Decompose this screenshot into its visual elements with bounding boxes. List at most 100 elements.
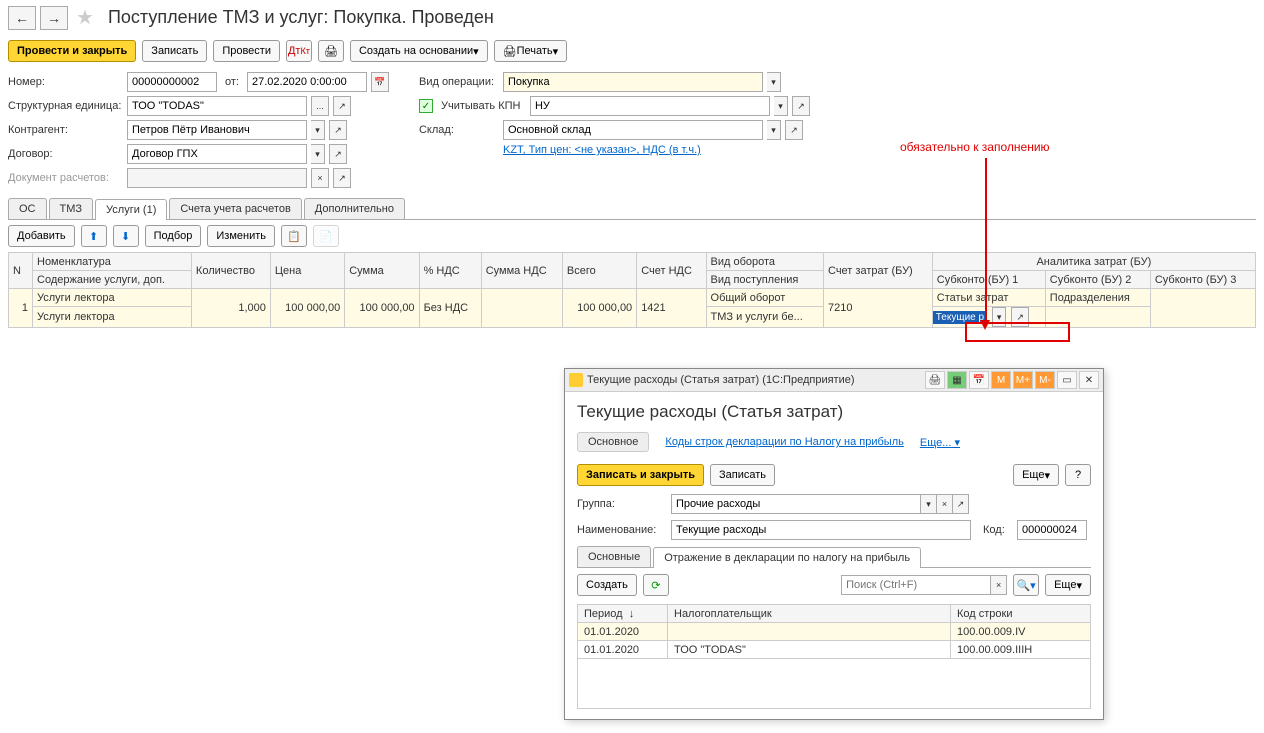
org-open-button[interactable]: ↗ bbox=[333, 96, 351, 116]
popup-m-button[interactable]: M bbox=[991, 371, 1011, 389]
cell-price[interactable]: 100 000,00 bbox=[270, 289, 344, 328]
op-type-dropdown-button[interactable]: ▾ bbox=[767, 72, 781, 92]
cell-sub1a[interactable]: Статьи затрат bbox=[932, 289, 1045, 307]
popup-refresh-icon[interactable]: ⟳ bbox=[643, 574, 669, 596]
print-button[interactable]: 🖨 Печать ▾ bbox=[494, 40, 568, 62]
popup-link-main[interactable]: Основное bbox=[577, 432, 649, 452]
contract-dropdown-button[interactable]: ▾ bbox=[311, 144, 325, 164]
popup-mminus-button[interactable]: M- bbox=[1035, 371, 1055, 389]
tab-services[interactable]: Услуги (1) bbox=[95, 199, 167, 220]
popup-link-codes[interactable]: Коды строк декларации по Налогу на прибы… bbox=[665, 436, 903, 448]
popup-cell-code-0[interactable]: 100.00.009.IV bbox=[951, 623, 1091, 641]
cell-cost-acc[interactable]: 7210 bbox=[824, 289, 933, 328]
save-button[interactable]: Записать bbox=[142, 40, 207, 62]
cell-nomenclature[interactable]: Услуги лектора bbox=[33, 289, 192, 307]
date-input[interactable] bbox=[247, 72, 367, 92]
cell-vat-pct[interactable]: Без НДС bbox=[419, 289, 481, 328]
cell-vat-sum[interactable] bbox=[481, 289, 562, 328]
popup-search-button[interactable]: 🔍▾ bbox=[1013, 574, 1039, 596]
popup-name-input[interactable] bbox=[671, 520, 971, 540]
cell-total[interactable]: 100 000,00 bbox=[562, 289, 636, 328]
warehouse-dropdown-button[interactable]: ▾ bbox=[767, 120, 781, 140]
contract-input[interactable] bbox=[127, 144, 307, 164]
popup-code-input[interactable] bbox=[1017, 520, 1087, 540]
nav-back-button[interactable]: ← bbox=[8, 6, 36, 30]
kpn-open-button[interactable]: ↗ bbox=[792, 96, 810, 116]
post-and-close-button[interactable]: Провести и закрыть bbox=[8, 40, 136, 62]
move-down-button[interactable]: ⬇ bbox=[113, 225, 139, 247]
paste-icon-button[interactable]: 📄 bbox=[313, 225, 339, 247]
popup-group-input[interactable] bbox=[671, 494, 921, 514]
popup-search-input[interactable] bbox=[841, 575, 991, 595]
org-dots-button[interactable]: ... bbox=[311, 96, 329, 116]
org-input[interactable] bbox=[127, 96, 307, 116]
counterparty-open-button[interactable]: ↗ bbox=[329, 120, 347, 140]
doc-calc-clear-button[interactable]: × bbox=[311, 168, 329, 188]
cell-n[interactable]: 1 bbox=[9, 289, 33, 328]
cell-qty[interactable]: 1,000 bbox=[191, 289, 270, 328]
popup-more-button[interactable]: Еще ▾ bbox=[1013, 464, 1059, 486]
kpn-dropdown-button[interactable]: ▾ bbox=[774, 96, 788, 116]
popup-group-dropdown-button[interactable]: ▾ bbox=[921, 494, 937, 514]
move-up-button[interactable]: ⬆ bbox=[81, 225, 107, 247]
cell-sum[interactable]: 100 000,00 bbox=[345, 289, 419, 328]
popup-cell-period-1[interactable]: 01.01.2020 bbox=[578, 641, 668, 659]
cell-vat-acc[interactable]: 1421 bbox=[637, 289, 706, 328]
popup-group-clear-button[interactable]: × bbox=[937, 494, 953, 514]
kpn-input[interactable] bbox=[530, 96, 770, 116]
popup-calc-icon[interactable]: ▦ bbox=[947, 371, 967, 389]
counterparty-input[interactable] bbox=[127, 120, 307, 140]
popup-mplus-button[interactable]: M+ bbox=[1013, 371, 1033, 389]
popup-grid-row[interactable]: 01.01.2020 ТОО "TODAS" 100.00.009.IIIH bbox=[578, 641, 1091, 659]
cell-desc[interactable]: Услуги лектора bbox=[33, 307, 192, 328]
op-type-input[interactable] bbox=[503, 72, 763, 92]
popup-search-clear-button[interactable]: × bbox=[991, 575, 1007, 595]
edit-button[interactable]: Изменить bbox=[207, 225, 275, 247]
print-icon-button[interactable]: 🖨 bbox=[318, 40, 344, 62]
popup-tab-main[interactable]: Основные bbox=[577, 546, 651, 567]
popup-link-more[interactable]: Еще... ▾ bbox=[920, 436, 960, 449]
popup-save-close-button[interactable]: Записать и закрыть bbox=[577, 464, 704, 486]
popup-cell-period-0[interactable]: 01.01.2020 bbox=[578, 623, 668, 641]
favorite-star-icon[interactable]: ★ bbox=[76, 5, 94, 30]
popup-minimize-button[interactable]: ▭ bbox=[1057, 371, 1077, 389]
select-button[interactable]: Подбор bbox=[145, 225, 202, 247]
dtkt-icon-button[interactable]: ДтКт bbox=[286, 40, 312, 62]
copy-icon-button[interactable]: 📋 bbox=[281, 225, 307, 247]
warehouse-open-button[interactable]: ↗ bbox=[785, 120, 803, 140]
number-input[interactable] bbox=[127, 72, 217, 92]
popup-cell-code-1[interactable]: 100.00.009.IIIH bbox=[951, 641, 1091, 659]
contract-open-button[interactable]: ↗ bbox=[329, 144, 347, 164]
price-info-link[interactable]: KZT, Тип цен: <не указан>, НДС (в т.ч.) bbox=[503, 144, 701, 156]
tab-os[interactable]: ОС bbox=[8, 198, 47, 219]
tab-accounts[interactable]: Счета учета расчетов bbox=[169, 198, 301, 219]
add-row-button[interactable]: Добавить bbox=[8, 225, 75, 247]
nav-forward-button[interactable]: → bbox=[40, 6, 68, 30]
cell-receipt[interactable]: ТМЗ и услуги бе... bbox=[706, 307, 823, 328]
cell-sub2a[interactable]: Подразделения bbox=[1045, 289, 1150, 307]
popup-more2-button[interactable]: Еще ▾ bbox=[1045, 574, 1091, 596]
tab-extra[interactable]: Дополнительно bbox=[304, 198, 405, 219]
popup-cell-taxpayer-1[interactable]: ТОО "TODAS" bbox=[668, 641, 951, 659]
popup-help-button[interactable]: ? bbox=[1065, 464, 1091, 486]
popup-save-button[interactable]: Записать bbox=[710, 464, 775, 486]
cell-turnover[interactable]: Общий оборот bbox=[706, 289, 823, 307]
popup-print-icon[interactable]: 🖨 bbox=[925, 371, 945, 389]
services-grid[interactable]: N Номенклатура Количество Цена Сумма % Н… bbox=[8, 252, 1256, 328]
popup-calendar-icon[interactable]: 📅 bbox=[969, 371, 989, 389]
create-based-button[interactable]: Создать на основании ▾ bbox=[350, 40, 488, 62]
date-picker-icon[interactable]: 📅 bbox=[371, 72, 389, 92]
popup-group-open-button[interactable]: ↗ bbox=[953, 494, 969, 514]
popup-close-button[interactable]: ✕ bbox=[1079, 371, 1099, 389]
post-button[interactable]: Провести bbox=[213, 40, 280, 62]
counterparty-dropdown-button[interactable]: ▾ bbox=[311, 120, 325, 140]
popup-cell-taxpayer-0[interactable] bbox=[668, 623, 951, 641]
tab-tmz[interactable]: ТМЗ bbox=[49, 198, 94, 219]
popup-tab-decl[interactable]: Отражение в декларации по налогу на приб… bbox=[653, 547, 921, 568]
kpn-checkbox[interactable]: ✓ bbox=[419, 99, 433, 113]
cell-sub3[interactable] bbox=[1150, 289, 1255, 328]
warehouse-input[interactable] bbox=[503, 120, 763, 140]
doc-calc-open-button[interactable]: ↗ bbox=[333, 168, 351, 188]
popup-grid-row[interactable]: 01.01.2020 100.00.009.IV bbox=[578, 623, 1091, 641]
popup-create-button[interactable]: Создать bbox=[577, 574, 637, 596]
